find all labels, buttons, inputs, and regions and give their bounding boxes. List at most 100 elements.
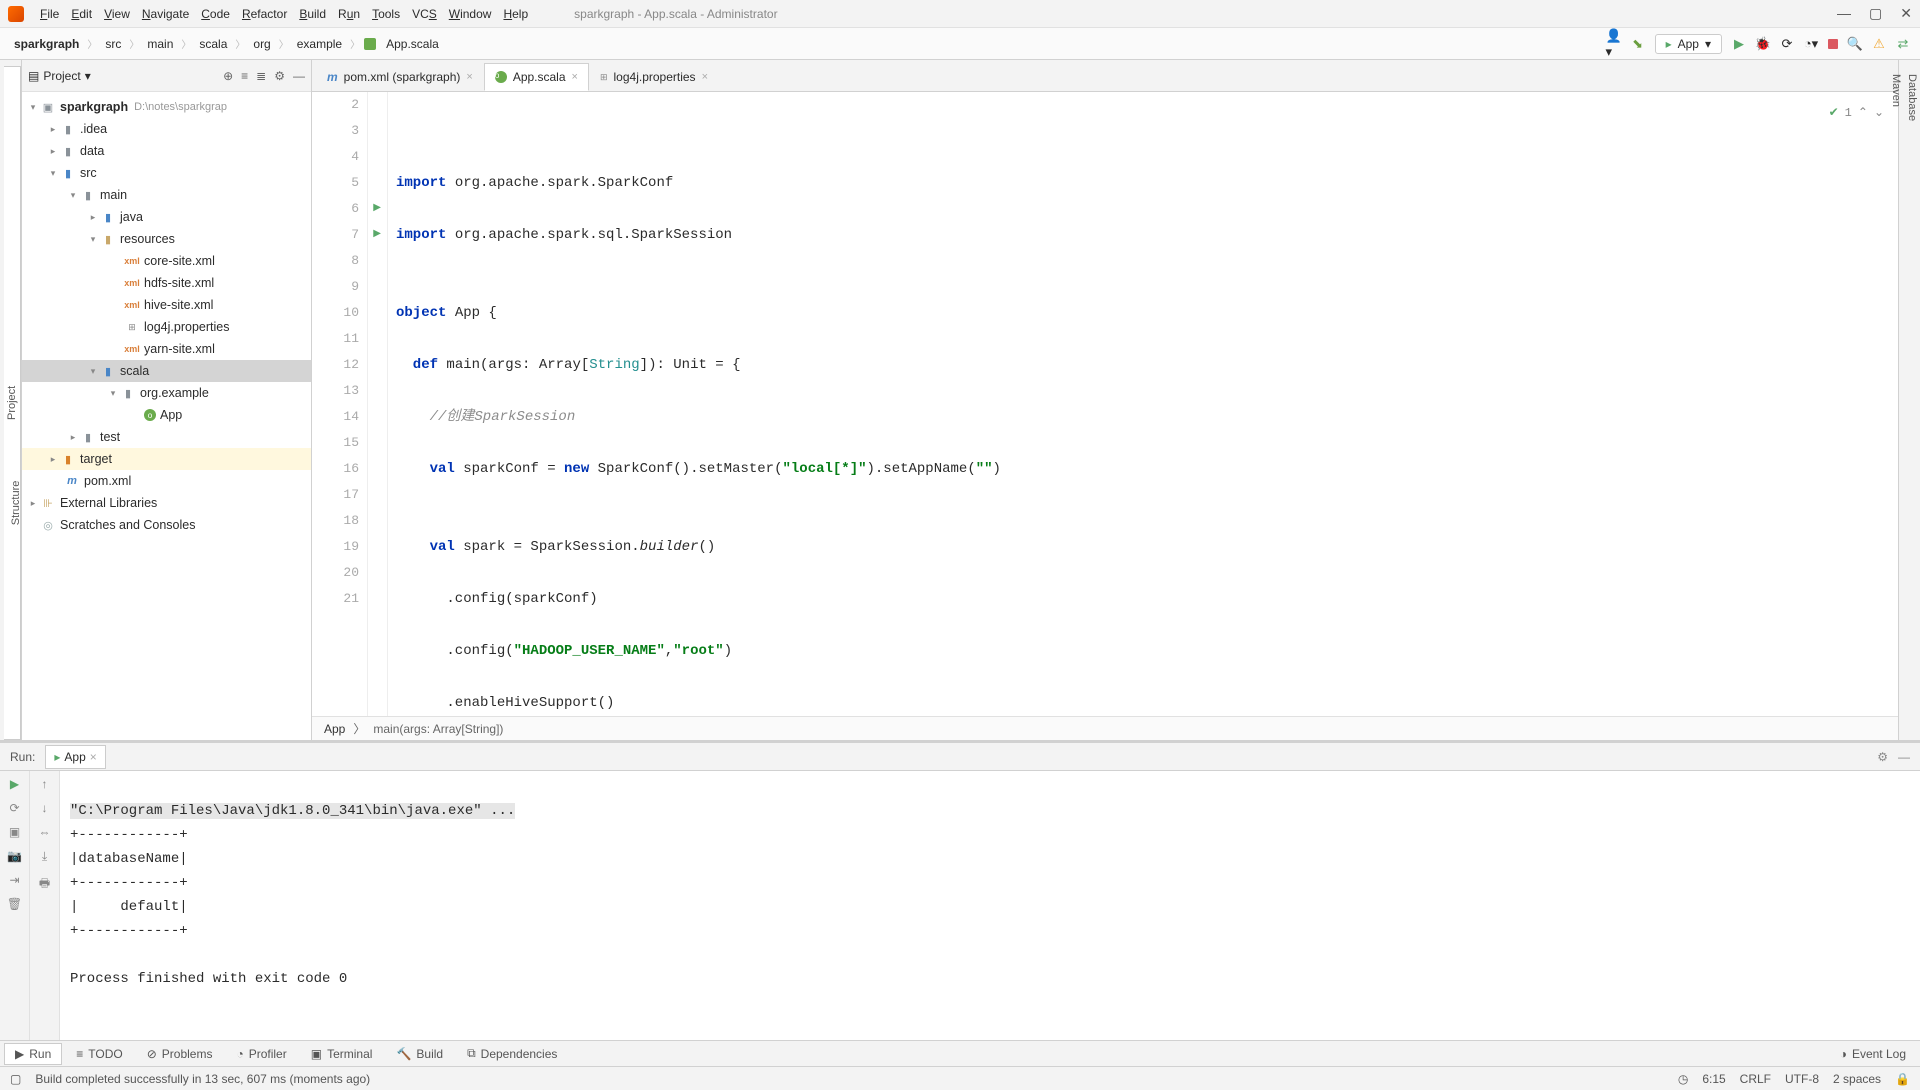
- exit-icon[interactable]: ⇥: [9, 873, 19, 887]
- maximize-icon[interactable]: ▢: [1869, 5, 1882, 22]
- expand-all-icon[interactable]: ≡: [241, 69, 248, 83]
- status-encoding[interactable]: UTF-8: [1785, 1072, 1819, 1086]
- crumb-method[interactable]: main(args: Array[String]): [373, 722, 503, 736]
- run-button-icon[interactable]: ▶: [1732, 37, 1746, 51]
- coverage-icon[interactable]: ⟳: [1780, 37, 1794, 51]
- crumb-file[interactable]: App.scala: [382, 35, 443, 53]
- menu-help[interactable]: Help: [497, 7, 534, 21]
- rerun-icon[interactable]: ▶: [10, 777, 19, 791]
- stop-button-icon[interactable]: [1828, 39, 1838, 49]
- down-icon[interactable]: ↓: [42, 801, 48, 815]
- code-editor[interactable]: 2345 6▶ 7▶ 89101112131415161718192021 ✔1…: [312, 92, 1898, 716]
- menu-code[interactable]: Code: [195, 7, 236, 21]
- sync-icon[interactable]: ⇄: [1896, 37, 1910, 51]
- run-tab-app[interactable]: ▸App ×: [45, 745, 105, 769]
- status-clock-icon[interactable]: ◷: [1678, 1072, 1688, 1086]
- menu-edit[interactable]: Edit: [65, 7, 98, 21]
- tree-node-scala[interactable]: ▾▮scala: [22, 360, 311, 382]
- menu-tools[interactable]: Tools: [366, 7, 406, 21]
- scala-file-icon: [364, 38, 376, 50]
- app-logo-icon: [8, 6, 24, 22]
- crumb-project[interactable]: sparkgraph: [10, 35, 83, 53]
- editor-tab-app[interactable]: oApp.scala×: [484, 63, 589, 91]
- left-tool-stripe: Project: [0, 60, 22, 740]
- window-title: sparkgraph - App.scala - Administrator: [574, 7, 777, 21]
- run-gutter-icon[interactable]: ▶: [373, 196, 381, 222]
- close-tab-icon[interactable]: ×: [466, 71, 472, 83]
- menu-vcs[interactable]: VCS: [406, 7, 443, 21]
- debug-button-icon[interactable]: 🐞: [1756, 37, 1770, 51]
- project-view-selector[interactable]: ▤ Project ▾: [28, 69, 91, 83]
- status-line-sep[interactable]: CRLF: [1740, 1072, 1771, 1086]
- search-icon[interactable]: 🔍: [1848, 37, 1862, 51]
- trash-icon[interactable]: 🗑: [7, 897, 22, 911]
- stop-icon[interactable]: ⟳: [9, 801, 19, 815]
- check-icon: ✔: [1829, 100, 1839, 126]
- run-config-label: App: [1678, 37, 1699, 51]
- run-hide-icon[interactable]: —: [1898, 750, 1910, 764]
- menu-run[interactable]: Run: [332, 7, 366, 21]
- fold-gutter: [368, 92, 388, 716]
- status-caret-pos[interactable]: 6:15: [1702, 1072, 1725, 1086]
- crumb-scala[interactable]: scala: [195, 35, 231, 53]
- print-icon[interactable]: 🖶: [39, 874, 50, 895]
- menu-refactor[interactable]: Refactor: [236, 7, 293, 21]
- status-icon[interactable]: ▢: [10, 1072, 21, 1086]
- close-icon[interactable]: ✕: [1900, 5, 1912, 22]
- bottom-tab-eventlog[interactable]: ◑ Event Log: [1830, 1044, 1916, 1064]
- code-content[interactable]: ✔1 ⌃ ⌄ import org.apache.spark.SparkConf…: [388, 92, 1898, 716]
- menu-navigate[interactable]: Navigate: [136, 7, 195, 21]
- wrap-icon[interactable]: ⇔: [39, 825, 51, 839]
- project-tree[interactable]: ▾▣sparkgraphD:\notes\sparkgrap ▸▮.idea ▸…: [22, 92, 311, 740]
- editor-tab-log4j[interactable]: ⊞log4j.properties×: [589, 63, 719, 91]
- scroll-icon[interactable]: ⤓: [42, 849, 47, 864]
- status-lock-icon[interactable]: 🔒: [1895, 1072, 1910, 1086]
- run-settings-icon[interactable]: ⚙: [1877, 750, 1888, 764]
- bottom-tab-problems[interactable]: ⊘ Problems: [137, 1044, 223, 1064]
- run-config-selector[interactable]: ▸ App ▾: [1655, 34, 1722, 54]
- user-icon[interactable]: 👤▾: [1607, 37, 1621, 51]
- close-tab-icon[interactable]: ×: [702, 71, 708, 83]
- tool-structure-tab[interactable]: Structure: [10, 480, 22, 525]
- close-tab-icon[interactable]: ×: [572, 71, 578, 83]
- build-hammer-icon[interactable]: ⬊: [1631, 37, 1645, 51]
- menu-view[interactable]: View: [98, 7, 136, 21]
- bottom-tab-todo[interactable]: ≡ TODO: [66, 1044, 132, 1064]
- crumb-main[interactable]: main: [143, 35, 177, 53]
- tool-project-tab[interactable]: Project: [4, 66, 21, 740]
- crumb-example[interactable]: example: [293, 35, 346, 53]
- status-indent[interactable]: 2 spaces: [1833, 1072, 1881, 1086]
- collapse-all-icon[interactable]: ≣: [256, 69, 266, 83]
- profile-icon[interactable]: ◔▾: [1804, 37, 1818, 51]
- crumb-src[interactable]: src: [101, 35, 125, 53]
- crumb-org[interactable]: org: [249, 35, 274, 53]
- menu-window[interactable]: Window: [443, 7, 498, 21]
- breadcrumb: sparkgraph〉 src〉 main〉 scala〉 org〉 examp…: [10, 35, 443, 53]
- editor-tab-pom[interactable]: mpom.xml (sparkgraph)×: [316, 63, 484, 91]
- camera-icon[interactable]: 📷: [7, 849, 22, 863]
- ide-errors-icon[interactable]: ⚠: [1872, 37, 1886, 51]
- chevron-down-icon: ▾: [1705, 37, 1711, 51]
- minimize-icon[interactable]: —: [1837, 5, 1851, 22]
- bottom-tab-build[interactable]: 🔨 Build: [386, 1044, 453, 1064]
- bottom-tab-dependencies[interactable]: ⧉ Dependencies: [457, 1043, 567, 1064]
- tool-database-tab[interactable]: Database: [1904, 66, 1920, 740]
- bottom-tab-profiler[interactable]: ◔ Profiler: [226, 1044, 296, 1064]
- project-panel-header: ▤ Project ▾ ⊕ ≡ ≣ ⚙ —: [22, 60, 311, 92]
- editor-crumbbar: App 〉 main(args: Array[String]): [312, 716, 1898, 740]
- run-output[interactable]: "C:\Program Files\Java\jdk1.8.0_341\bin\…: [60, 771, 1920, 1040]
- bottom-tab-run[interactable]: ▶ Run: [4, 1043, 62, 1065]
- hide-panel-icon[interactable]: —: [293, 69, 305, 83]
- run-gutter-icon[interactable]: ▶: [373, 222, 381, 248]
- run-header: Run: ▸App × ⚙ —: [0, 743, 1920, 771]
- up-icon[interactable]: ↑: [42, 777, 48, 791]
- menu-file[interactable]: File: [34, 7, 65, 21]
- pin-icon[interactable]: ▣: [9, 825, 20, 839]
- crumb-class[interactable]: App: [324, 722, 345, 736]
- settings-icon[interactable]: ⚙: [274, 69, 285, 83]
- inspection-widget[interactable]: ✔1 ⌃ ⌄: [1829, 100, 1884, 126]
- scroll-from-source-icon[interactable]: ⊕: [223, 69, 233, 83]
- tree-node-app[interactable]: oApp: [22, 404, 311, 426]
- menu-build[interactable]: Build: [293, 7, 332, 21]
- bottom-tab-terminal[interactable]: ▣ Terminal: [301, 1044, 383, 1064]
